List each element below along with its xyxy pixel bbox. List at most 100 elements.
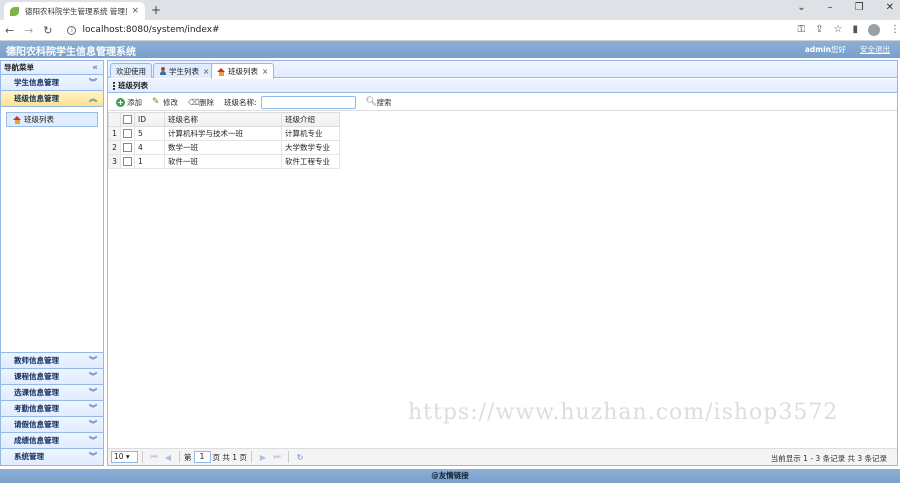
app-title: 德阳农科院学生信息管理系统 [6, 47, 136, 58]
sidebar-section-label: 学生信息管理 [14, 78, 59, 87]
sidebar-section-class[interactable]: 班级信息管理 ︽ [1, 91, 103, 107]
close-icon[interactable]: × [262, 65, 268, 78]
delete-label: 删除 [199, 97, 214, 107]
site-info-icon[interactable]: i [67, 25, 77, 35]
row-checkbox[interactable] [123, 129, 132, 139]
footer-link[interactable]: @友情链接 [431, 471, 469, 480]
sidebar-section-score[interactable]: 成绩信息管理 ︾ [1, 433, 103, 449]
delete-icon: ⌫ [188, 97, 200, 107]
sidebar-item-class-list[interactable]: 班级列表 [6, 112, 98, 127]
prev-page-icon[interactable]: ◀ [161, 453, 175, 462]
tab-class-list[interactable]: 班级列表 × [211, 63, 275, 79]
window-menu-icon[interactable]: ⌄ [797, 2, 805, 13]
chevron-down-icon: ︾ [89, 404, 97, 413]
minimize-icon[interactable]: – [828, 2, 833, 13]
sidebar-section-system[interactable]: 系统管理 ︾ [1, 449, 103, 465]
chevron-down-icon: ︾ [89, 436, 97, 445]
pager-separator [287, 451, 289, 463]
table-row[interactable]: 2 4 数学一班 大学数学专业 [108, 140, 340, 155]
sidepanel-icon[interactable]: ▮ [853, 24, 859, 36]
maximize-icon[interactable]: ❐ [855, 2, 864, 13]
sidebar-section-label: 班级信息管理 [14, 94, 59, 103]
class-name-search-input[interactable] [260, 95, 356, 109]
close-window-icon[interactable]: ✕ [886, 2, 894, 13]
row-checkbox[interactable] [123, 143, 132, 153]
sidebar-section-body: 班级列表 [1, 107, 103, 353]
browser-tabstrip: 德阳农科院学生管理系统 管理员 × + ⌄ – ❐ ✕ [0, 0, 900, 20]
sidebar-section-course[interactable]: 课程信息管理 ︾ [1, 369, 103, 385]
new-tab-button[interactable]: + [151, 3, 161, 17]
next-page-icon[interactable]: ▶ [256, 453, 270, 462]
tab-label: 学生列表 [169, 66, 199, 76]
address-bar[interactable]: i localhost:8080/system/index# [61, 22, 789, 38]
tab-label: 班级列表 [228, 67, 258, 76]
browser-tab-title: 德阳农科院学生管理系统 管理员 [25, 6, 128, 16]
row-number: 2 [108, 140, 121, 155]
table-row[interactable]: 1 5 计算机科学与技术一班 计算机专业 [108, 126, 340, 141]
refresh-icon[interactable]: ↻ [293, 453, 307, 462]
last-page-icon[interactable]: ⏭ [270, 452, 284, 462]
select-all-checkbox[interactable] [123, 115, 132, 125]
sidebar-section-attendance[interactable]: 考勤信息管理 ︾ [1, 401, 103, 417]
row-select-cell [120, 140, 135, 155]
logout-link[interactable]: 安全退出 [860, 44, 890, 55]
sidebar-section-selection[interactable]: 选课信息管理 ︾ [1, 385, 103, 401]
delete-button[interactable]: ⌫ 删除 [184, 97, 218, 108]
share-icon[interactable]: ⇪ [815, 24, 823, 36]
chevron-down-icon: ︾ [89, 388, 97, 397]
panel-title: 班级列表 [118, 80, 148, 90]
tab-student-list[interactable]: 学生列表 × [153, 63, 216, 78]
class-datagrid: ID 班级名称 班级介绍 1 5 计算机科学与技术一班 计算机专业 2 4 数学… [108, 112, 340, 169]
url-text: localhost:8080/system/index# [82, 25, 220, 35]
reload-icon[interactable]: ↻ [38, 24, 57, 37]
tab-label: 欢迎使用 [116, 66, 146, 76]
table-row[interactable]: 3 1 软件一班 软件工程专业 [108, 154, 340, 169]
key-icon[interactable]: ⚿ [798, 24, 806, 36]
panel-header: 班级列表 [108, 79, 897, 93]
chevron-down-icon: ︾ [89, 452, 97, 461]
toolbar-icons: ⚿ ⇪ ☆ ▮ ⋮ [798, 24, 900, 36]
column-header-id[interactable]: ID [134, 112, 165, 127]
forward-icon[interactable]: → [19, 24, 38, 37]
add-button[interactable]: + 添加 [112, 97, 146, 108]
sidebar-section-teacher[interactable]: 教师信息管理 ︾ [1, 353, 103, 369]
add-icon: + [116, 97, 125, 107]
page-size-value: 10 [114, 452, 124, 461]
sidebar-section-leave[interactable]: 请假信息管理 ︾ [1, 417, 103, 433]
pencil-icon: ✎ [152, 96, 160, 107]
sidebar-item-label: 班级列表 [24, 115, 54, 124]
close-icon[interactable]: × [203, 65, 209, 78]
star-icon[interactable]: ☆ [834, 24, 843, 36]
edit-button[interactable]: ✎ 修改 [148, 97, 182, 108]
pager-separator [142, 451, 143, 463]
column-header-intro[interactable]: 班级介绍 [281, 112, 340, 127]
browser-toolbar: ← → ↻ i localhost:8080/system/index# ⚿ ⇪… [0, 20, 900, 41]
close-tab-icon[interactable]: × [131, 6, 139, 16]
tab-welcome[interactable]: 欢迎使用 [110, 63, 152, 78]
cell-intro: 软件工程专业 [281, 154, 340, 169]
footer: @友情链接 [0, 469, 900, 483]
username: admin [804, 45, 831, 54]
profile-avatar-icon[interactable] [868, 24, 881, 36]
search-button[interactable]: 🔍︎ 搜索 [362, 97, 396, 108]
content-tabs: 欢迎使用 学生列表 × 班级列表 × [108, 61, 897, 79]
browser-tab[interactable]: 德阳农科院学生管理系统 管理员 × [4, 2, 145, 20]
select-all-cell [120, 112, 135, 127]
more-menu-icon[interactable]: ⋮ [890, 24, 900, 36]
back-icon[interactable]: ← [0, 24, 19, 37]
row-checkbox[interactable] [123, 157, 132, 167]
sidebar: 导航菜单 « 学生信息管理 ︾ 班级信息管理 ︽ 班级列表 教师信息管理 ︾ 课… [0, 60, 104, 466]
leaf-favicon-icon [10, 6, 19, 16]
sidebar-section-label: 系统管理 [14, 452, 44, 461]
column-header-name[interactable]: 班级名称 [164, 112, 282, 127]
cell-id: 1 [134, 154, 165, 169]
page-size-select[interactable]: 10 ▾ [111, 451, 138, 463]
page-prefix: 第 [184, 452, 192, 462]
user-greeting: admin您好 [805, 44, 846, 55]
page-number-input[interactable]: 1 [193, 451, 211, 463]
sidebar-section-student[interactable]: 学生信息管理 ︾ [1, 75, 103, 91]
pager-separator [179, 451, 180, 463]
collapse-left-icon[interactable]: « [92, 61, 98, 75]
first-page-icon[interactable]: ⏮ [147, 452, 161, 462]
chevron-down-icon: ︾ [89, 420, 97, 429]
